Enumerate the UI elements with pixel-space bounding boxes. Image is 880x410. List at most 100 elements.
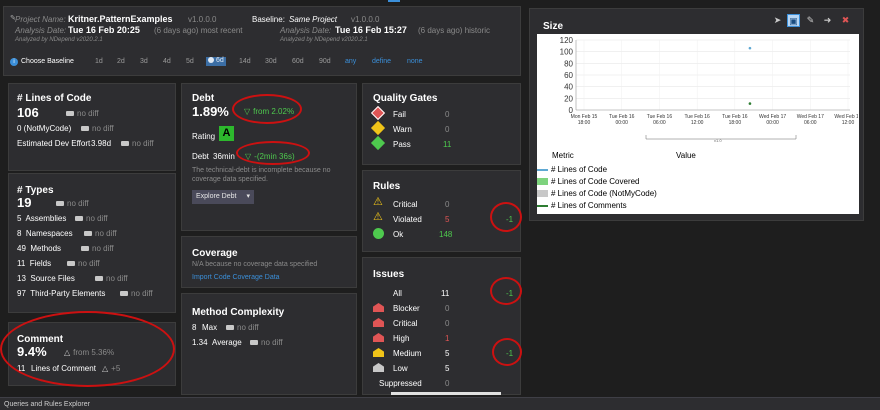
complexity-panel[interactable]: Method Complexity 8 Max no diff 1.34 Ave… <box>181 293 357 395</box>
complexity-max-value: 8 <box>192 323 197 332</box>
gate-pass-label: Pass <box>393 140 411 149</box>
complexity-max-diff-text: no diff <box>237 323 259 332</box>
critical-issue-icon <box>373 318 384 327</box>
explore-debt-label: Explore Debt <box>196 193 237 200</box>
warn-icon <box>370 120 386 136</box>
loc-panel[interactable]: # Lines of Code 106 no diff 0 (NotMyCode… <box>8 83 176 171</box>
pen-icon[interactable]: ✎ <box>804 14 817 27</box>
debt-amount-label: Debt <box>192 152 209 161</box>
types-row-count: 49 <box>17 244 26 253</box>
diff-icon <box>56 201 64 207</box>
comment-panel[interactable]: Comment 9.4% △ from 5.36% 11 Lines of Com… <box>8 322 176 386</box>
diff-icon <box>250 340 258 346</box>
baseline-option-5d[interactable]: 5d <box>186 58 194 65</box>
types-row-diff-text: no diff <box>78 259 100 268</box>
x-tick-label: 18:00 <box>578 120 591 126</box>
gate-pass-value: 11 <box>443 140 452 149</box>
issues-critical-label: Critical <box>393 319 418 328</box>
baseline-option-90d[interactable]: 90d <box>319 58 331 65</box>
project-name: Kritner.PatternExamples <box>68 14 173 24</box>
types-row-methods: 49 Methods no diff <box>17 244 169 256</box>
baseline-option-define[interactable]: define <box>372 58 391 65</box>
types-panel[interactable]: # Types 19 no diff 5 Assemblies no diff … <box>8 173 176 313</box>
x-tick-label: 00:00 <box>615 120 628 126</box>
quality-gates-title: Quality Gates <box>373 93 438 104</box>
complexity-avg-value: 1.34 <box>192 338 208 347</box>
baseline-option-1d[interactable]: 1d <box>95 58 103 65</box>
x-tick-label: 12:00 <box>842 120 855 126</box>
triangle-up-icon: △ <box>64 348 71 357</box>
issues-panel[interactable]: Issues All 11 -1 Blocker 0 Critical 0 Hi… <box>362 257 521 395</box>
loc-notmycode-diff: no diff <box>81 124 114 133</box>
import-coverage-link[interactable]: Import Code Coverage Data <box>192 274 280 281</box>
comment-lines-diff: △ +5 <box>102 364 120 373</box>
debt-amount-diff-text: -(2min 36s) <box>254 152 295 161</box>
loc-notmycode-diff-text: no diff <box>92 124 114 133</box>
baseline-option-6d[interactable]: 6d <box>206 57 226 66</box>
loc-title: # Lines of Code <box>17 93 92 104</box>
quality-gates-panel[interactable]: Quality Gates Fail 0 Warn 0 Pass 11 <box>362 83 521 165</box>
loc-effort-diff-text: no diff <box>132 139 154 148</box>
select-icon[interactable]: ▣ <box>787 14 800 27</box>
debt-panel[interactable]: Debt 1.89% ▽ from 2.02% Rating A Debt 36m… <box>181 83 357 231</box>
baseline-option-2d[interactable]: 2d <box>117 58 125 65</box>
loc-effort-diff: no diff <box>121 139 154 148</box>
baseline-option-60d[interactable]: 60d <box>292 58 304 65</box>
types-row-label: Methods <box>30 244 62 253</box>
types-value: 19 <box>17 195 32 210</box>
issues-high-label: High <box>393 334 410 343</box>
diff-icon <box>66 111 74 117</box>
baseline-option-6d-label: 6d <box>216 57 224 64</box>
chevron-down-icon: ▾ <box>246 193 250 200</box>
gate-fail-label: Fail <box>393 110 406 119</box>
rules-panel[interactable]: Rules ⚠ Critical 0 ⚠ Violated 5 -1 Ok 14… <box>362 170 521 252</box>
baseline-label: Baseline: <box>252 15 285 24</box>
y-tick-label: 120 <box>560 36 574 45</box>
scrollbar[interactable] <box>391 392 501 395</box>
rules-violated-diff: -1 <box>506 215 514 224</box>
close-icon[interactable]: ✖ <box>839 14 852 27</box>
diff-icon <box>120 291 128 297</box>
baseline-option-any[interactable]: any <box>345 58 356 65</box>
legend-item: # Lines of Code Covered <box>537 177 640 187</box>
issues-medium-value: 5 <box>445 349 450 358</box>
coverage-panel[interactable]: Coverage N/A because no coverage data sp… <box>181 236 357 288</box>
low-issue-icon <box>373 363 384 372</box>
baseline-option-14d[interactable]: 14d <box>239 58 251 65</box>
debt-note: The technical-debt is incomplete because… <box>192 167 331 183</box>
rules-ok-label: Ok <box>393 230 404 239</box>
issues-low-value: 5 <box>445 364 450 373</box>
choose-baseline-label[interactable]: Choose Baseline <box>21 58 74 65</box>
types-row-diff-text: no diff <box>92 244 114 253</box>
header-panel: ✎ Project Name: Kritner.PatternExamples … <box>3 6 521 76</box>
diff-icon <box>81 246 89 252</box>
analyzed-by: Analyzed by NDepend v2020.2.1 <box>15 37 103 43</box>
legend-label: # Lines of Code <box>551 165 608 174</box>
rules-critical-value: 0 <box>445 200 450 209</box>
y-tick-label: 80 <box>564 59 573 68</box>
diff-icon <box>75 216 83 222</box>
x-tick-label: 00:00 <box>766 120 779 126</box>
types-row-count: 11 <box>17 259 26 268</box>
baseline-option-3d[interactable]: 3d <box>140 58 148 65</box>
baseline-option-none[interactable]: none <box>407 58 423 65</box>
types-row-count: 97 <box>17 289 26 298</box>
top-accent <box>388 0 400 2</box>
chart-grid <box>576 39 850 111</box>
legend-swatch <box>537 190 548 198</box>
coverage-title: Coverage <box>192 248 238 259</box>
analysis-date: Tue 16 Feb 20:25 <box>68 25 140 35</box>
info-icon: i <box>10 58 18 66</box>
complexity-max-diff: no diff <box>226 323 259 332</box>
triangle-down-icon: ▽ <box>244 107 251 116</box>
baseline-option-4d[interactable]: 4d <box>163 58 171 65</box>
legend-header-value: Value <box>676 151 696 160</box>
diff-icon <box>121 141 129 147</box>
cursor-icon[interactable]: ➤ <box>771 14 784 27</box>
issues-all-diff: -1 <box>506 289 514 298</box>
complexity-avg-diff-text: no diff <box>261 338 283 347</box>
baseline-option-30d[interactable]: 30d <box>265 58 277 65</box>
bottom-bar-label[interactable]: Queries and Rules Explorer <box>4 401 90 408</box>
explore-debt-button[interactable]: Explore Debt ▾ <box>192 190 254 204</box>
arrow-icon[interactable]: ➜ <box>821 14 834 27</box>
